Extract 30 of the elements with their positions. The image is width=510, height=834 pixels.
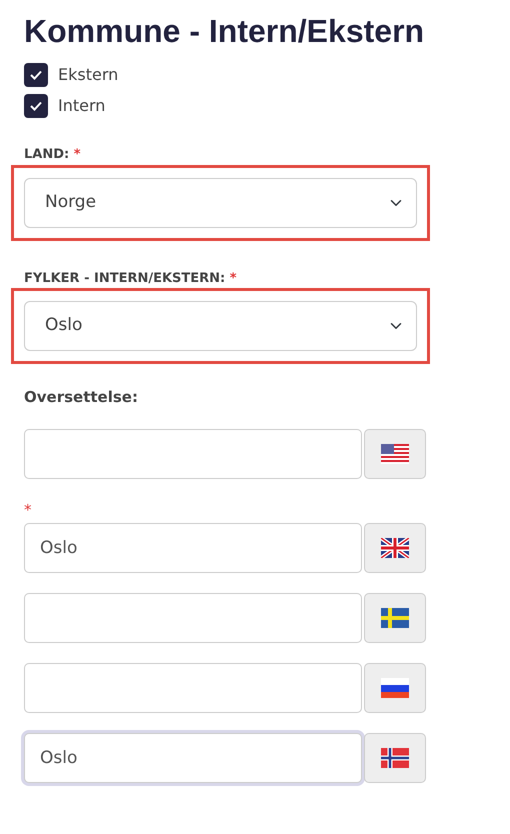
checkbox[interactable]	[24, 94, 48, 118]
checkbox-label: Intern	[58, 94, 106, 117]
text-field[interactable]: Oslo	[24, 523, 362, 574]
field-label: FYLKER - INTERN/EKSTERN:	[24, 270, 226, 286]
section-label: Oversettelse:	[24, 387, 139, 408]
flag-button[interactable]	[364, 663, 426, 714]
required-mark: *	[74, 147, 81, 162]
flag-icon	[381, 678, 409, 698]
select-field[interactable]: Norge	[24, 178, 417, 228]
select-field[interactable]: Oslo	[24, 301, 417, 352]
flag-icon	[381, 748, 409, 768]
text-field[interactable]	[24, 428, 362, 479]
flag-button[interactable]	[364, 733, 426, 784]
field-label: LAND:	[24, 147, 70, 162]
page-title: Kommune - Intern/Ekstern	[24, 14, 426, 50]
text-field[interactable]	[24, 663, 362, 714]
flag-button[interactable]	[364, 593, 426, 644]
check-icon	[30, 100, 42, 111]
required-mark: *	[230, 270, 237, 286]
text-field[interactable]	[24, 593, 362, 644]
flag-icon	[381, 538, 409, 558]
flag-button[interactable]	[364, 428, 426, 479]
checkbox-label: Ekstern	[58, 64, 118, 86]
checkbox[interactable]	[24, 62, 48, 87]
text-field[interactable]: Oslo	[24, 733, 362, 784]
required-mark: *	[24, 500, 32, 521]
flag-icon	[381, 444, 409, 464]
check-icon	[30, 70, 42, 80]
flag-button[interactable]	[364, 523, 426, 574]
flag-icon	[381, 608, 409, 628]
